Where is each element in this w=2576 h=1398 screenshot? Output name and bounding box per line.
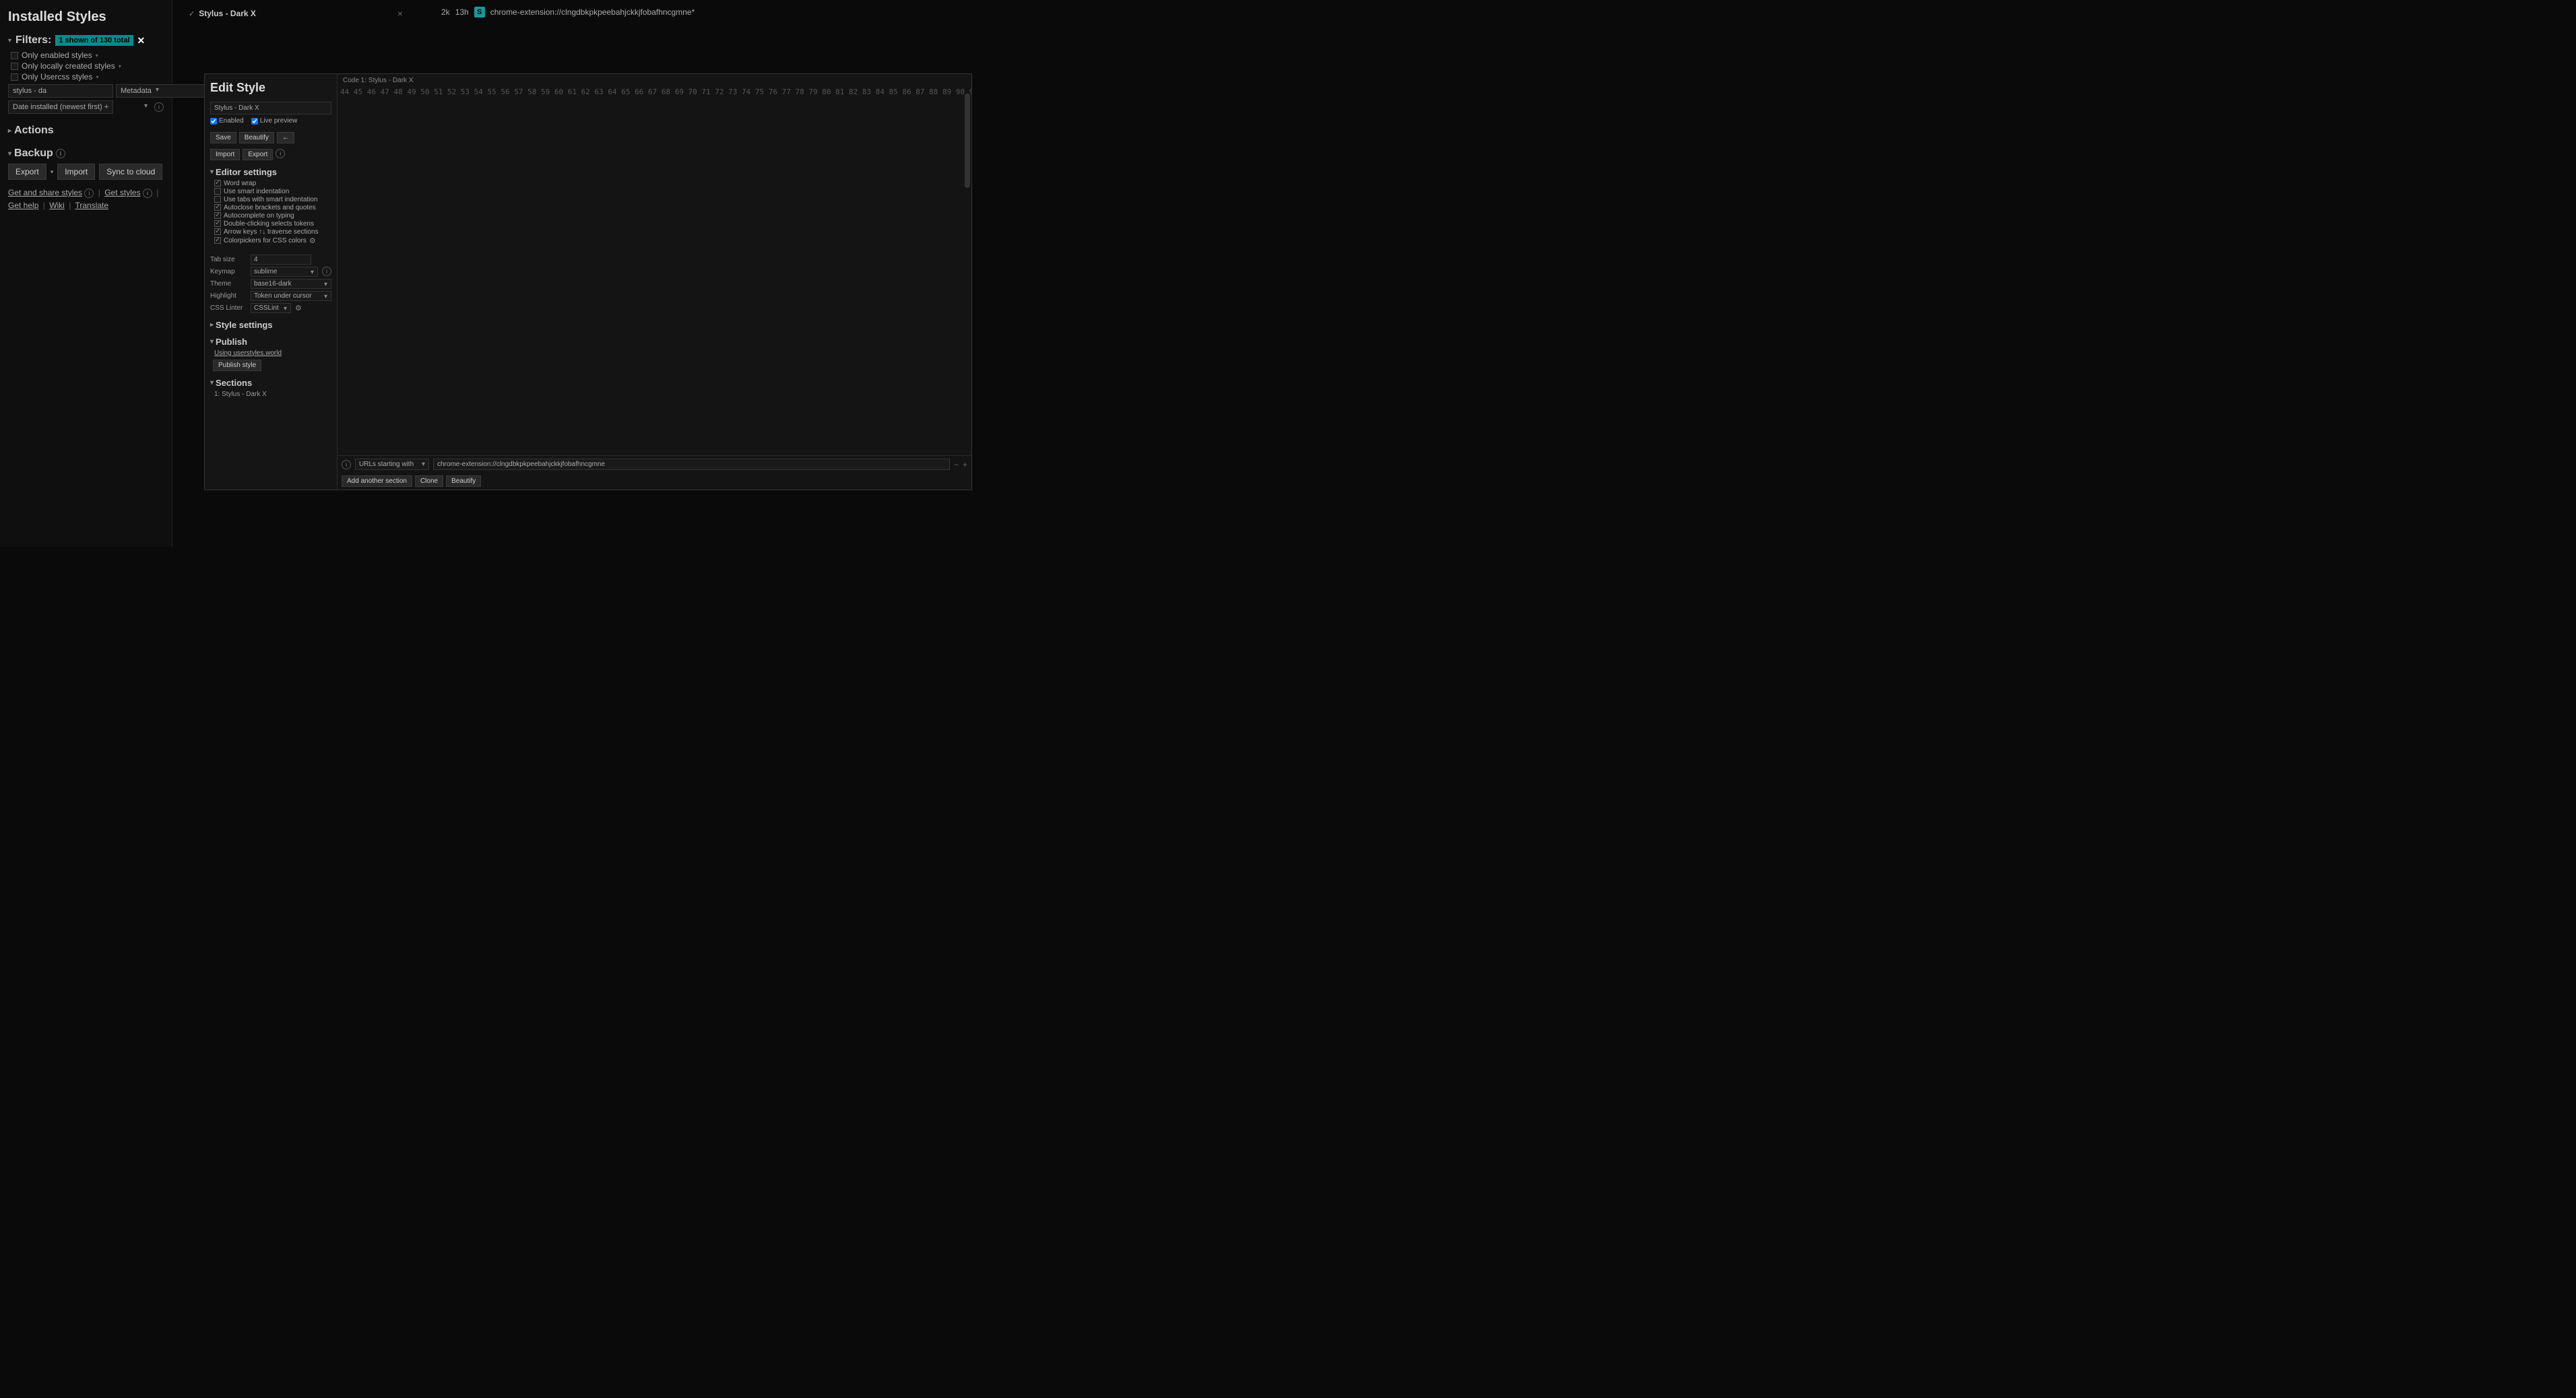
- colorpicker-checkbox[interactable]: [214, 237, 221, 244]
- sort-select[interactable]: [8, 100, 113, 114]
- code-title: Code 1: Stylus - Dark X: [337, 74, 971, 87]
- info-icon[interactable]: i: [143, 189, 152, 198]
- theme-select[interactable]: [251, 279, 331, 289]
- gear-icon[interactable]: ⚙: [295, 304, 302, 312]
- search-input[interactable]: [8, 84, 113, 98]
- scrollbar[interactable]: [965, 94, 970, 188]
- add-section-button[interactable]: Add another section: [342, 475, 412, 487]
- info-icon[interactable]: i: [342, 460, 351, 469]
- section-item[interactable]: 1: Stylus - Dark X: [214, 391, 331, 398]
- page-title: Installed Styles: [8, 9, 164, 25]
- save-button[interactable]: Save: [210, 132, 236, 143]
- export-button[interactable]: Export: [8, 164, 46, 180]
- dblclick-checkbox[interactable]: [214, 220, 221, 227]
- export-button[interactable]: Export: [243, 149, 273, 160]
- only-local-label: Only locally created styles: [22, 61, 115, 71]
- editor-window: Edit Style Enabled Live preview Save Bea…: [204, 73, 972, 490]
- info-icon[interactable]: i: [154, 102, 164, 112]
- manage-sidebar: Installed Styles ▾ Filters: 1 shown of 1…: [0, 0, 172, 547]
- keymap-select[interactable]: [251, 267, 318, 277]
- tab-title: Stylus - Dark X: [199, 9, 256, 18]
- get-help-link[interactable]: Get help: [8, 201, 38, 210]
- remove-url-icon[interactable]: −: [954, 460, 959, 469]
- info-icon[interactable]: i: [56, 149, 65, 158]
- info-icon[interactable]: i: [84, 189, 94, 198]
- stylus-badge-icon: S: [474, 7, 485, 18]
- only-usercss-checkbox[interactable]: [11, 73, 18, 81]
- beautify-button[interactable]: Beautify: [239, 132, 274, 143]
- only-local-checkbox[interactable]: [11, 63, 18, 70]
- highlight-select[interactable]: [251, 291, 331, 301]
- sync-button[interactable]: Sync to cloud: [99, 164, 162, 180]
- wiki-link[interactable]: Wiki: [49, 201, 65, 210]
- import-button[interactable]: Import: [210, 149, 240, 160]
- actions-heading[interactable]: Actions: [14, 125, 54, 137]
- url-mode-select[interactable]: [355, 459, 429, 470]
- only-enabled-checkbox[interactable]: [11, 52, 18, 59]
- style-name-input[interactable]: [210, 102, 331, 114]
- preview-checkbox[interactable]: [251, 118, 258, 125]
- enabled-label: Enabled: [219, 117, 244, 125]
- line-gutter: 44 45 46 47 48 49 50 51 52 53 54 55 56 5…: [337, 87, 971, 455]
- translate-link[interactable]: Translate: [75, 201, 108, 210]
- linter-select[interactable]: [251, 303, 291, 313]
- filters-heading[interactable]: Filters:: [15, 34, 51, 46]
- wordwrap-checkbox[interactable]: [214, 180, 221, 187]
- editor-sidebar: Edit Style Enabled Live preview Save Bea…: [205, 74, 337, 490]
- age-label: 13h: [455, 7, 469, 17]
- autocomplete-checkbox[interactable]: [214, 212, 221, 219]
- style-meta: 2k 13h S chrome-extension://clngdbkpkpee…: [441, 7, 695, 18]
- only-enabled-label: Only enabled styles: [22, 51, 92, 60]
- userstyles-link[interactable]: Using userstyles.world: [214, 350, 331, 357]
- enabled-checkbox[interactable]: [210, 118, 217, 125]
- get-styles-link[interactable]: Get styles: [104, 188, 140, 197]
- filter-count-badge: 1 shown of 130 total: [55, 35, 133, 46]
- info-icon[interactable]: i: [276, 149, 285, 158]
- sections-heading[interactable]: Sections: [216, 378, 252, 388]
- backup-heading[interactable]: Backup: [14, 147, 53, 160]
- smartindent-checkbox[interactable]: [214, 188, 221, 195]
- preview-label: Live preview: [260, 117, 298, 125]
- editor-settings-heading[interactable]: Editor settings: [216, 167, 277, 177]
- close-icon[interactable]: ×: [397, 8, 403, 19]
- collapse-icon[interactable]: ▾: [8, 37, 11, 44]
- tabs-checkbox[interactable]: [214, 196, 221, 203]
- arrowkeys-checkbox[interactable]: [214, 228, 221, 235]
- info-icon[interactable]: i: [322, 267, 331, 276]
- tabsize-input[interactable]: [251, 255, 311, 265]
- clear-filter-icon[interactable]: ✕: [137, 35, 146, 46]
- beautify-button[interactable]: Beautify: [446, 475, 481, 487]
- code-editor[interactable]: 44 45 46 47 48 49 50 51 52 53 54 55 56 5…: [337, 87, 971, 455]
- back-button[interactable]: ←: [277, 132, 294, 143]
- style-settings-heading[interactable]: Style settings: [216, 320, 273, 330]
- publish-button[interactable]: Publish style: [213, 360, 261, 371]
- only-usercss-label: Only Usercss styles: [22, 72, 92, 81]
- size-label: 2k: [441, 7, 450, 17]
- enabled-check-icon: ✓: [189, 9, 195, 18]
- publish-heading[interactable]: Publish: [216, 337, 247, 347]
- editor-title: Edit Style: [210, 81, 331, 95]
- url-input[interactable]: [433, 459, 950, 470]
- clone-button[interactable]: Clone: [415, 475, 443, 487]
- code-pane: Code 1: Stylus - Dark X 44 45 46 47 48 4…: [337, 74, 971, 490]
- get-share-link[interactable]: Get and share styles: [8, 188, 82, 197]
- add-url-icon[interactable]: +: [963, 460, 967, 469]
- autoclose-checkbox[interactable]: [214, 204, 221, 211]
- gear-icon[interactable]: ⚙: [309, 236, 316, 245]
- import-button[interactable]: Import: [57, 164, 95, 180]
- url-label: chrome-extension://clngdbkpkpeebahjckkjf…: [490, 7, 695, 17]
